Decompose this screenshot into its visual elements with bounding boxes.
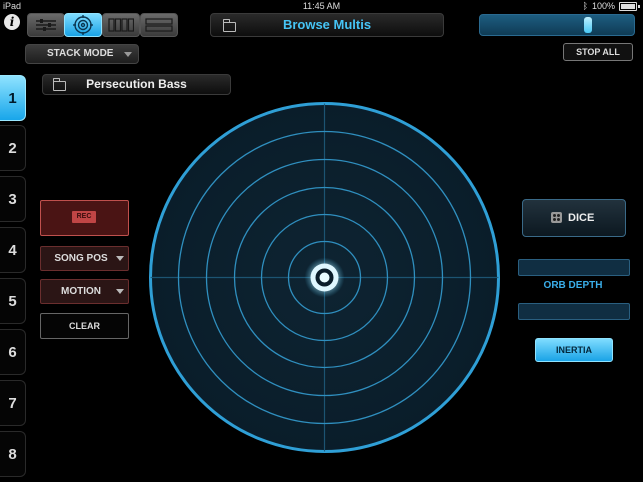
dice-button[interactable]: DICE (522, 199, 626, 237)
stack-mode-label: STACK MODE (47, 48, 114, 59)
mixer-view-button[interactable] (27, 13, 65, 37)
motion-label: MOTION (61, 286, 101, 297)
chevron-down-icon (116, 289, 124, 294)
part-button-7[interactable]: 7 (0, 380, 26, 426)
chevron-down-icon (116, 256, 124, 261)
clock: 11:45 AM (302, 1, 341, 11)
sliders-icon (36, 19, 56, 31)
orb-depth-label: ORB DEPTH (543, 280, 603, 291)
stop-all-button[interactable]: STOP ALL (563, 43, 633, 61)
dice-icon (551, 212, 562, 223)
info-icon: i (9, 15, 15, 29)
volume-slider-knob[interactable] (583, 17, 592, 33)
status-bar: iPad 11:45 AM ᛒ 100% (0, 0, 643, 12)
dice-label: DICE (568, 212, 595, 224)
inertia-button[interactable]: INERTIA (535, 338, 613, 362)
orb-pad[interactable] (147, 100, 502, 455)
part-button-6[interactable]: 6 (0, 329, 26, 375)
patch-name: Persecution Bass (86, 77, 187, 91)
target-icon (73, 15, 93, 35)
master-volume-slider[interactable] (479, 14, 635, 36)
part-button-5[interactable]: 5 (0, 278, 26, 324)
part-button-4[interactable]: 4 (0, 227, 26, 273)
info-button[interactable]: i (4, 14, 20, 30)
stack-mode-dropdown[interactable]: STACK MODE (25, 44, 139, 64)
song-pos-dropdown[interactable]: SONG POS (40, 246, 129, 271)
bluetooth-icon: ᛒ (582, 1, 588, 11)
part-button-3[interactable]: 3 (0, 176, 26, 222)
clear-button[interactable]: CLEAR (40, 313, 129, 339)
stack-icon (145, 18, 173, 32)
browse-label: Browse Multis (282, 17, 372, 32)
pads-icon (108, 18, 134, 32)
stack-view-button[interactable] (140, 13, 178, 37)
motion-dropdown[interactable]: MOTION (40, 279, 129, 304)
record-button[interactable]: REC (40, 200, 129, 236)
browse-multis-button[interactable]: Browse Multis (210, 13, 444, 37)
rec-label: REC (72, 211, 96, 223)
part-button-8[interactable]: 8 (0, 431, 26, 477)
orb-depth-slider-upper[interactable] (518, 259, 630, 276)
pads-view-button[interactable] (102, 13, 140, 37)
patch-browser-button[interactable]: Persecution Bass (42, 74, 231, 95)
battery-status: ᛒ 100% (583, 1, 640, 11)
battery-icon (619, 1, 637, 11)
part-button-1[interactable]: 1 (0, 75, 26, 121)
chevron-down-icon (124, 52, 132, 57)
orb-depth-slider-lower[interactable] (518, 303, 630, 320)
battery-percent: 100% (591, 1, 615, 11)
part-button-2[interactable]: 2 (0, 125, 26, 171)
song-pos-label: SONG POS (54, 253, 108, 264)
orb-cursor[interactable] (304, 257, 345, 298)
orb-view-button[interactable] (64, 13, 102, 37)
